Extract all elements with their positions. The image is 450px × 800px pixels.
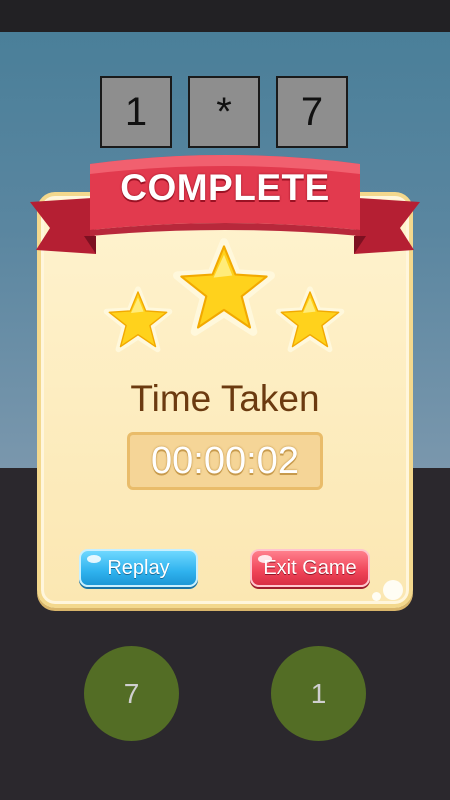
star-left-icon	[103, 286, 173, 353]
replay-button-label: Replay	[107, 556, 170, 579]
exit-game-button[interactable]: Exit Game	[250, 549, 370, 587]
star-center-icon	[173, 238, 275, 336]
panel-bubble-decoration-small	[372, 592, 381, 601]
replay-button[interactable]: Replay	[79, 549, 198, 587]
equation-right-operand: 7	[276, 76, 348, 148]
status-bar	[0, 0, 450, 32]
time-value: 00:00:02	[151, 439, 299, 482]
equation-left-operand: 1	[100, 76, 172, 148]
answer-choice-1[interactable]: 7	[84, 646, 179, 741]
exit-game-button-label: Exit Game	[263, 556, 357, 579]
star-right-icon	[275, 286, 345, 353]
button-shine-decoration	[87, 555, 101, 563]
answer-choice-2[interactable]: 1	[271, 646, 366, 741]
complete-title: COMPLETE	[120, 167, 330, 208]
time-display: 00:00:02	[127, 432, 323, 490]
button-shine-decoration	[258, 555, 272, 563]
time-taken-label: Time Taken	[130, 378, 320, 419]
equation-operator: *	[188, 76, 260, 148]
panel-bubble-decoration	[383, 580, 403, 600]
